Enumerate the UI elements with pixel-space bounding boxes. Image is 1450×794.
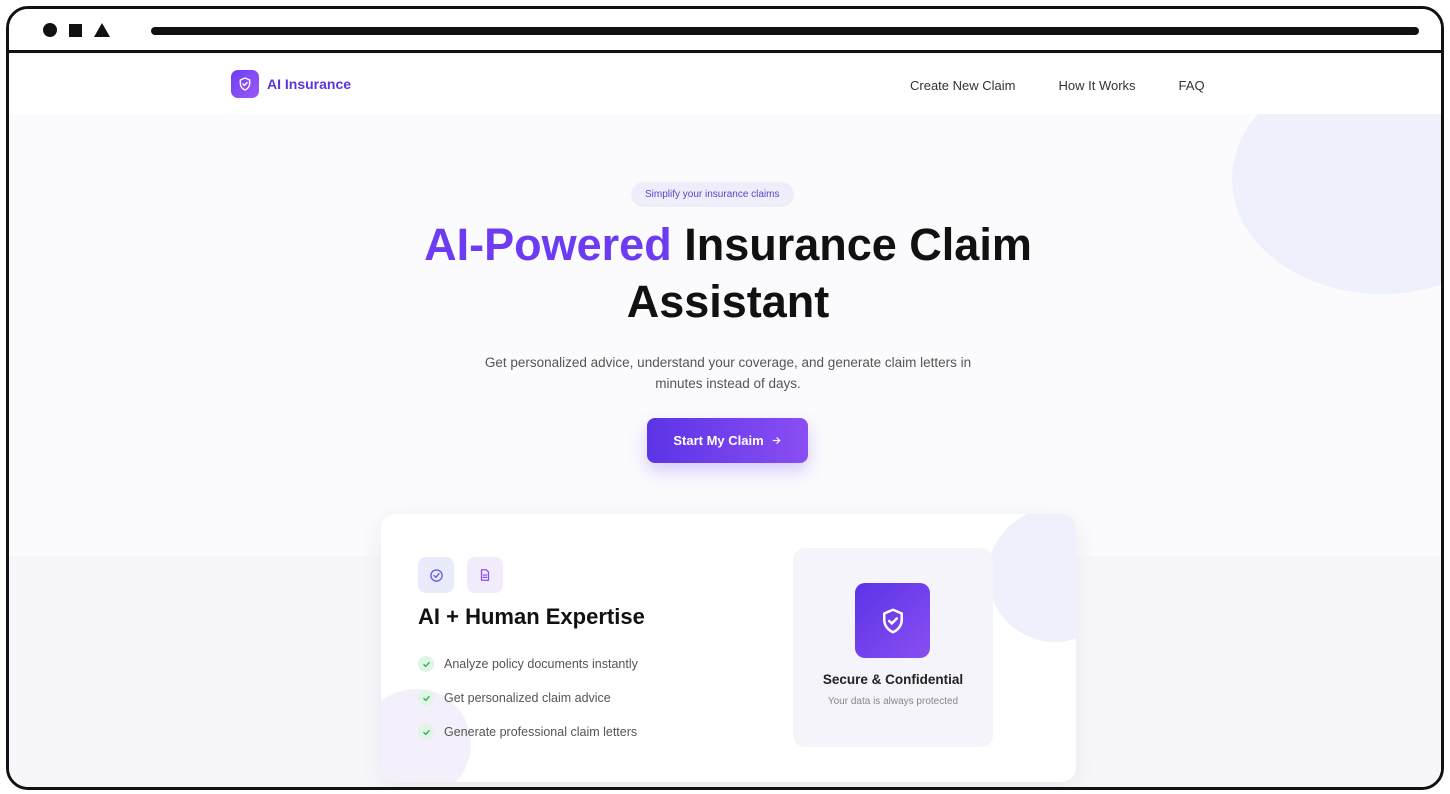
secure-subtitle: Your data is always protected (827, 696, 959, 707)
secure-panel: Secure & Confidential Your data is alway… (793, 548, 993, 747)
triangle-control-icon[interactable] (94, 23, 110, 37)
hero-subtitle: Get personalized advice, understand your… (484, 355, 972, 391)
secure-title: Secure & Confidential (822, 672, 964, 687)
top-navigation: AI Insurance Create New Claim How It Wor… (9, 56, 1441, 114)
square-control-icon[interactable] (69, 23, 82, 37)
check-icon (418, 724, 434, 740)
headline-line2: Assistant (626, 276, 830, 327)
nav-links: Create New Claim How It Works FAQ (910, 78, 1205, 93)
check-icon (418, 690, 434, 706)
address-bar[interactable] (151, 27, 1419, 35)
shield-check-icon (855, 583, 930, 658)
check-circle-icon (418, 557, 454, 593)
browser-chrome (9, 9, 1441, 53)
headline-rest: Insurance Claim (684, 219, 1032, 270)
feature-item-text: Generate professional claim letters (444, 725, 638, 739)
feature-card: AI + Human Expertise Analyze policy docu… (381, 514, 1076, 782)
hero-headline: AI-Powered Insurance Claim Assistant (9, 216, 1441, 330)
brand-logo-link[interactable]: AI Insurance (231, 70, 351, 98)
cta-label: Start My Claim (673, 433, 764, 448)
nav-faq[interactable]: FAQ (1179, 78, 1205, 93)
feature-icons (418, 557, 503, 593)
brand-name: AI Insurance (267, 76, 352, 92)
feature-list: Analyze policy documents instantly Get p… (418, 647, 638, 749)
feature-card-title: AI + Human Expertise (418, 604, 645, 629)
decorative-circle (988, 514, 1076, 642)
circle-control-icon[interactable] (43, 23, 57, 37)
tagline-pill: Simplify your insurance claims (631, 182, 794, 207)
browser-frame: AI Insurance Create New Claim How It Wor… (6, 6, 1444, 790)
shield-logo-icon (231, 70, 259, 98)
nav-how-it-works[interactable]: How It Works (1058, 78, 1135, 93)
feature-item-text: Get personalized claim advice (444, 691, 611, 705)
list-item: Get personalized claim advice (418, 681, 638, 715)
check-icon (418, 656, 434, 672)
window-controls (43, 23, 110, 37)
start-my-claim-button[interactable]: Start My Claim (647, 418, 808, 463)
list-item: Generate professional claim letters (418, 715, 638, 749)
feature-item-text: Analyze policy documents instantly (444, 657, 638, 671)
list-item: Analyze policy documents instantly (418, 647, 638, 681)
nav-create-new-claim[interactable]: Create New Claim (910, 78, 1015, 93)
page-content: AI Insurance Create New Claim How It Wor… (9, 56, 1441, 787)
headline-accent: AI-Powered (424, 219, 672, 270)
arrow-right-icon (772, 437, 780, 444)
document-icon (467, 557, 503, 593)
